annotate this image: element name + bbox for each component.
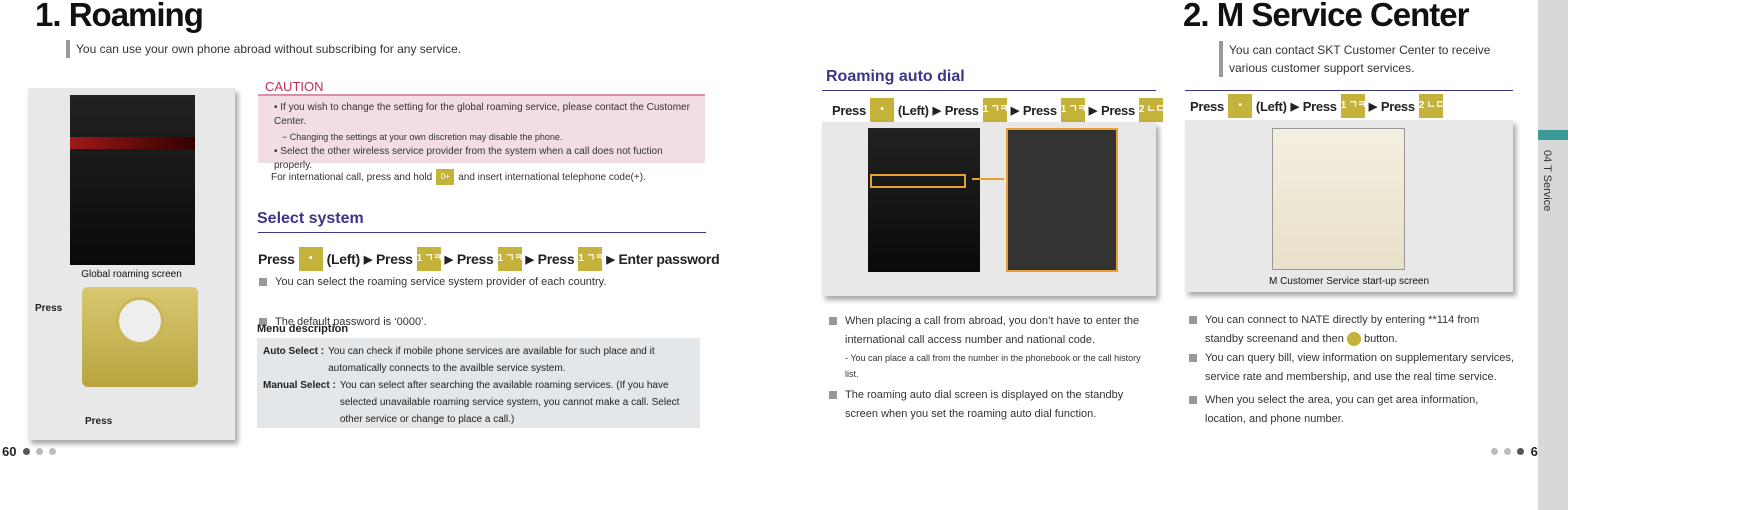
screen-caption: M Customer Service start-up screen bbox=[1268, 276, 1430, 287]
select-system-heading: Select system bbox=[257, 210, 364, 227]
nate-ok-button-icon bbox=[1346, 332, 1361, 347]
m-service-bullets: You can connect to NATE directly by ente… bbox=[1189, 311, 1514, 429]
chapter-label: 04 T Service bbox=[1541, 150, 1553, 212]
ok-key-icon: • bbox=[869, 98, 894, 122]
auto-dial-steps: Press • (Left) ▶ Press 1 ㄱㅋ ▶ Press 1 ㄱㅋ ▶ Pres… bbox=[832, 98, 1165, 122]
divider bbox=[822, 90, 1156, 91]
one-key-icon: 1 ㄱㅋ bbox=[982, 98, 1009, 122]
ok-key-icon: • bbox=[298, 247, 323, 271]
caution-item: − Changing the settings at your own disc… bbox=[282, 132, 563, 142]
one-key-icon: 1 ㄱㅋ bbox=[1340, 94, 1367, 118]
arrow-icon bbox=[972, 178, 1004, 180]
press-label: Press bbox=[85, 416, 113, 427]
auto-dial-popup-image bbox=[1006, 128, 1118, 272]
intl-call-note: For international call, press and hold 0+… bbox=[271, 169, 646, 185]
menu-item-manual-select: Manual Select : You can select after sear… bbox=[263, 380, 680, 425]
bullet: When placing a call from abroad, you don… bbox=[829, 312, 1154, 350]
page-number-left: 60 bbox=[2, 444, 59, 459]
menu-description-box: Auto Select : You can check if mobile pho… bbox=[257, 338, 700, 428]
phone-figure: Global roaming screen Press Press bbox=[28, 88, 235, 440]
roaming-screen-image bbox=[70, 95, 195, 265]
menu-description-heading: Menu description bbox=[257, 323, 349, 335]
two-key-icon: 2 ㄴㄷ bbox=[1138, 98, 1165, 122]
bullet: The roaming auto dial screen is displaye… bbox=[829, 386, 1154, 424]
bullet: You can query bill, view information on … bbox=[1189, 349, 1514, 387]
ok-key-icon: • bbox=[1227, 94, 1252, 118]
one-key-icon: 1 ㄱㅋ bbox=[1060, 98, 1087, 122]
caution-box: • If you wish to change the setting for … bbox=[258, 94, 705, 171]
page-title-roaming: 1. Roaming bbox=[35, 0, 204, 33]
note: - You can place a call from the number i… bbox=[845, 353, 1141, 379]
roaming-auto-dial-heading: Roaming auto dial bbox=[826, 68, 965, 85]
bullet: You can connect to NATE directly by ente… bbox=[1189, 311, 1514, 349]
keypad-image bbox=[82, 287, 198, 387]
m-service-figure: M Customer Service start-up screen bbox=[1185, 120, 1513, 292]
page-title-m-service: 2. M Service Center bbox=[1183, 0, 1469, 33]
zero-key-icon: 0+ bbox=[436, 169, 455, 185]
auto-dial-bullets: When placing a call from abroad, you don… bbox=[829, 312, 1154, 424]
divider bbox=[1185, 90, 1513, 91]
caution-item: • If you wish to change the setting for … bbox=[274, 102, 690, 127]
bullet: When you select the area, you can get ar… bbox=[1189, 391, 1514, 429]
chapter-side-tab: 04 T Service bbox=[1538, 0, 1568, 510]
one-key-icon: 1 ㄱㅋ bbox=[578, 247, 604, 271]
screen-caption: Global roaming screen bbox=[81, 269, 182, 280]
m-service-steps: Press • (Left) ▶ Press 1 ㄱㅋ ▶ Press 2 ㄴㄷ bbox=[1190, 94, 1445, 118]
auto-dial-screen-image bbox=[868, 128, 980, 272]
caution-label: CAUTION bbox=[265, 79, 324, 94]
menu-item-auto-select: Auto Select : You can check if mobile pho… bbox=[263, 346, 655, 374]
select-system-steps: Press • (Left) ▶ Press 1 ㄱㅋ ▶ Press 1 ㄱㅋ ▶ Pres… bbox=[258, 247, 720, 271]
one-key-icon: 1 ㄱㅋ bbox=[497, 247, 523, 271]
auto-dial-figure bbox=[822, 122, 1156, 296]
page-number-right: 61 bbox=[1488, 444, 1545, 459]
press-label: Press bbox=[35, 303, 63, 314]
roaming-subtitle: You can use your own phone abroad withou… bbox=[66, 40, 461, 58]
one-key-icon: 1 ㄱㅋ bbox=[416, 247, 443, 271]
m-service-screen-image bbox=[1272, 128, 1405, 270]
divider bbox=[258, 232, 706, 233]
m-service-subtitle: You can contact SKT Customer Center to r… bbox=[1219, 41, 1529, 77]
two-key-icon: 2 ㄴㄷ bbox=[1418, 94, 1445, 118]
